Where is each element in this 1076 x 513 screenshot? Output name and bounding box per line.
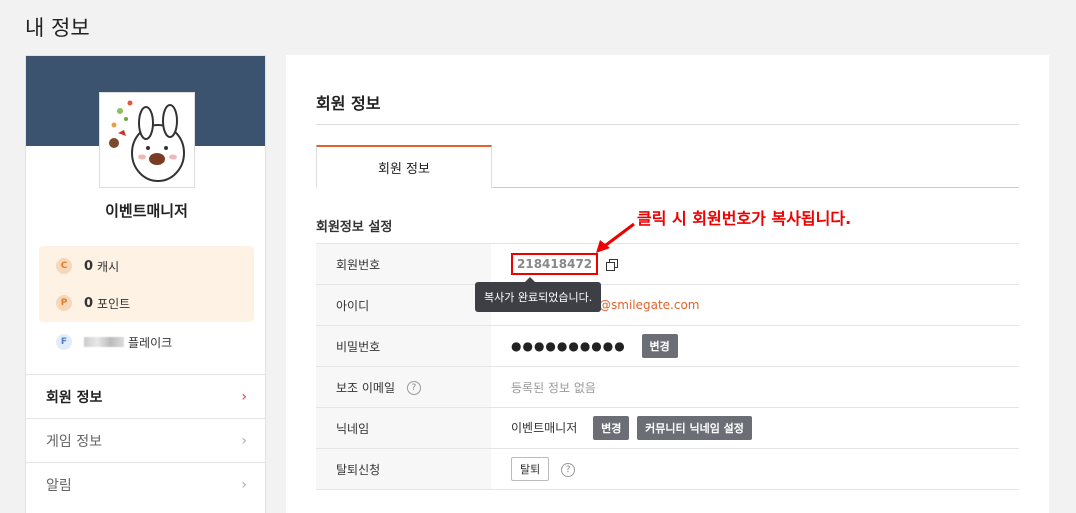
tab-member-info[interactable]: 회원 정보 bbox=[316, 145, 492, 188]
annotation-arrow-icon bbox=[596, 222, 635, 253]
table-row: 탈퇴신청 탈퇴 ? bbox=[316, 448, 1019, 490]
chevron-right-icon: › bbox=[241, 476, 247, 493]
flake-icon: F bbox=[56, 334, 72, 350]
change-password-button[interactable]: 변경 bbox=[641, 334, 678, 358]
help-icon[interactable]: ? bbox=[561, 462, 576, 477]
copy-complete-tooltip: 복사가 완료되었습니다. bbox=[475, 277, 602, 312]
backup-email-value: 등록된 정보 없음 bbox=[511, 380, 596, 395]
community-nickname-button[interactable]: 커뮤니티 닉네임 설정 bbox=[637, 416, 752, 440]
nickname-label: 닉네임 bbox=[316, 407, 491, 449]
section-title: 회원 정보 bbox=[316, 94, 381, 113]
table-row: 보조 이메일 ? 등록된 정보 없음 bbox=[316, 366, 1019, 408]
point-icon: P bbox=[56, 295, 72, 311]
flake-amount-blurred bbox=[84, 337, 124, 347]
change-nickname-button[interactable]: 변경 bbox=[593, 416, 630, 440]
cash-amount: 0 bbox=[84, 258, 94, 274]
help-icon[interactable]: ? bbox=[406, 381, 421, 395]
chevron-right-icon: › bbox=[241, 388, 247, 405]
annotation-text: 클릭 시 회원번호가 복사됩니다. bbox=[637, 209, 852, 228]
member-no-value[interactable]: 218418472 bbox=[511, 253, 599, 275]
settings-subtitle: 회원정보 설정 bbox=[316, 220, 393, 235]
divider bbox=[316, 124, 1019, 125]
member-no-label: 회원번호 bbox=[316, 243, 491, 285]
table-row: 회원번호 218418472 bbox=[316, 243, 1019, 285]
withdraw-button[interactable]: 탈퇴 bbox=[511, 457, 550, 481]
page-title: 내 정보 bbox=[25, 16, 90, 40]
id-label: 아이디 bbox=[316, 284, 491, 326]
sidebar-item-member-info[interactable]: 회원 정보 › bbox=[26, 374, 265, 418]
main-content: 회원 정보 회원 정보 회원정보 설정 회원번호 218418472 아이디 @… bbox=[286, 55, 1049, 513]
flake-row[interactable]: F 플레이크 bbox=[56, 332, 172, 352]
sidebar-item-label: 회원 정보 bbox=[46, 389, 103, 406]
withdraw-label: 탈퇴신청 bbox=[316, 448, 491, 490]
flake-label: 플레이크 bbox=[128, 335, 173, 350]
member-info-table: 회원번호 218418472 아이디 @smilegate.com 비밀번호 ●… bbox=[316, 243, 1019, 490]
sidebar-item-label: 알림 bbox=[46, 477, 72, 494]
password-masked: ●●●●●●●●●● bbox=[511, 339, 626, 353]
point-row[interactable]: P 0 포인트 bbox=[56, 293, 130, 313]
backup-email-label: 보조 이메일 bbox=[336, 380, 396, 395]
password-label: 비밀번호 bbox=[316, 325, 491, 367]
point-label: 포인트 bbox=[97, 296, 131, 311]
avatar bbox=[99, 92, 195, 188]
tab-divider bbox=[492, 187, 1019, 188]
wallet-box: C 0 캐시 P 0 포인트 bbox=[39, 246, 254, 322]
chevron-right-icon: › bbox=[241, 432, 247, 449]
cash-row[interactable]: C 0 캐시 bbox=[56, 256, 119, 276]
cash-icon: C bbox=[56, 258, 72, 274]
table-row: 닉네임 이벤트매니저 변경 커뮤니티 닉네임 설정 bbox=[316, 407, 1019, 449]
copy-icon[interactable] bbox=[605, 258, 618, 271]
sidebar-item-game-info[interactable]: 게임 정보 › bbox=[26, 418, 265, 462]
sidebar-item-label: 게임 정보 bbox=[46, 433, 102, 450]
table-row: 비밀번호 ●●●●●●●●●● 변경 bbox=[316, 325, 1019, 367]
table-row: 아이디 @smilegate.com bbox=[316, 284, 1019, 326]
point-amount: 0 bbox=[84, 295, 94, 311]
profile-nickname: 이벤트매니저 bbox=[105, 202, 188, 220]
profile-sidebar: 이벤트매니저 C 0 캐시 P 0 포인트 F 플레이크 회원 정보 › 게임 … bbox=[25, 55, 266, 513]
cash-label: 캐시 bbox=[97, 259, 120, 274]
sidebar-menu: 회원 정보 › 게임 정보 › 알림 › bbox=[26, 374, 265, 506]
nickname-value: 이벤트매니저 bbox=[511, 421, 578, 435]
sidebar-item-notifications[interactable]: 알림 › bbox=[26, 462, 265, 506]
